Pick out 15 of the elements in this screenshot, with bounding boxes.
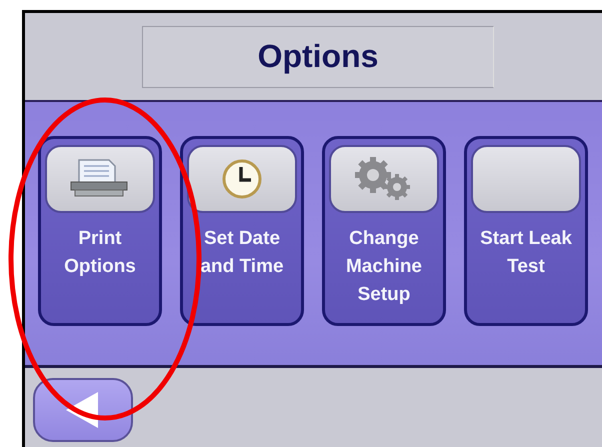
icon-button[interactable] xyxy=(329,145,439,213)
menu-tile[interactable]: Set Date and Time xyxy=(180,136,304,326)
screen-title: Options xyxy=(142,26,494,88)
tile-label: Set Date and Time xyxy=(199,227,285,279)
menu-tile[interactable]: Change Machine Setup xyxy=(322,136,446,326)
icon-button[interactable] xyxy=(187,145,297,213)
menu-tile[interactable]: Start Leak Test xyxy=(464,136,588,326)
icon-button[interactable] xyxy=(471,145,581,213)
tile-label: Print Options xyxy=(63,227,137,279)
tile-label: Start Leak Test xyxy=(479,227,573,279)
menu-tile[interactable]: Print Options xyxy=(38,136,162,326)
icon-button[interactable] xyxy=(45,145,155,213)
clock-icon xyxy=(221,158,263,200)
back-button[interactable] xyxy=(33,378,133,442)
tile-label: Change Machine Setup xyxy=(344,227,424,307)
